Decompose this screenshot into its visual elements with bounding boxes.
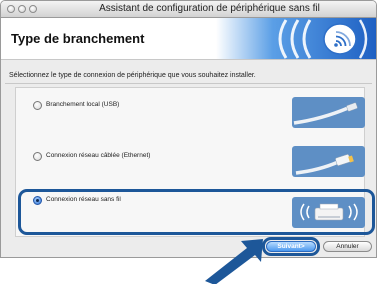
option-ethernet[interactable]: Connexion réseau câblée (Ethernet) bbox=[15, 144, 365, 188]
wireless-banner-graphic bbox=[216, 18, 376, 59]
window-title: Assistant de configuration de périphériq… bbox=[99, 3, 320, 14]
next-button[interactable]: Suivant> bbox=[266, 241, 316, 252]
page-title: Type de branchement bbox=[11, 31, 145, 46]
selected-option-highlight bbox=[18, 189, 375, 235]
instruction-text: Sélectionnez le type de connexion de pér… bbox=[9, 72, 256, 79]
option-usb[interactable]: Branchement local (USB) bbox=[15, 91, 365, 135]
header-banner: Type de branchement bbox=[1, 18, 376, 60]
usb-cable-icon bbox=[292, 97, 365, 128]
setup-assistant-window: Assistant de configuration de périphériq… bbox=[0, 0, 377, 258]
title-bar: Assistant de configuration de périphériq… bbox=[1, 1, 376, 18]
cancel-button[interactable]: Annuler bbox=[323, 241, 372, 252]
ethernet-cable-icon bbox=[292, 146, 365, 177]
ethernet-radio[interactable] bbox=[33, 152, 42, 161]
usb-option-label: Branchement local (USB) bbox=[46, 101, 120, 108]
divider bbox=[5, 83, 372, 84]
pointer-arrow-icon bbox=[205, 239, 263, 284]
ethernet-option-label: Connexion réseau câblée (Ethernet) bbox=[46, 152, 151, 159]
usb-radio[interactable] bbox=[33, 101, 42, 110]
